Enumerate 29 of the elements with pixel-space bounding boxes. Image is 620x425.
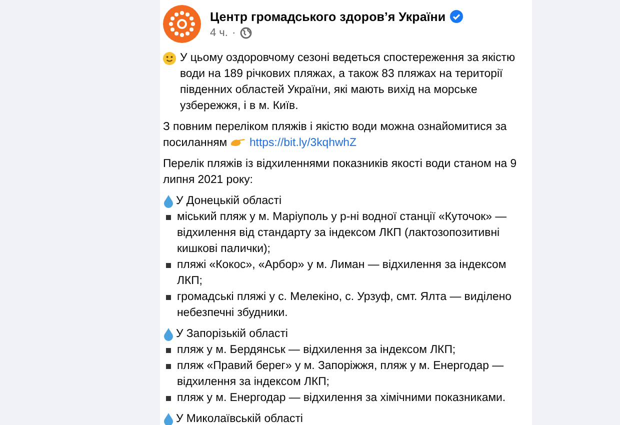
smiley-icon	[163, 52, 176, 65]
separator-dot: ·	[232, 26, 236, 38]
bullet-icon	[166, 396, 171, 401]
post-paragraph: З повним переліком пляжів і якістю води можна ознайомитися за посиланням https://bit.ly/3kqhwhZ	[163, 120, 508, 151]
region-heading: У Миколаївській області	[176, 412, 303, 425]
region-heading: У Донецькій області	[176, 194, 282, 209]
globe-icon	[240, 26, 252, 38]
post-paragraph: У цьому оздоровчому сезоні ведеться спостереження за якістю води на 189 річкових пляжах, а також 83 пляжах на території південних областей України, які мають вихід на морське узбережжя, і в м. Київ.	[180, 51, 516, 114]
list-item-text: пляж у м. Енергодар — відхилення за хімічними показниками.	[177, 391, 506, 406]
list-item-text: міський пляж у м. Маріуполь у р-ні водної станції «Куточок» — відхилення від стандарту за індексом ЛКП (лактозопозитивні кишкові палички);	[177, 210, 508, 257]
list-item-text: пляж у м. Бердянськ — відхилення за індексом ЛКП;	[177, 343, 456, 358]
post-paragraph: Перелік пляжів із відхиленнями показників якості води станом на 9 липня 2021 року:	[163, 157, 518, 188]
bullet-icon	[166, 295, 171, 300]
post-time[interactable]: 4 ч.	[210, 26, 228, 38]
droplet-icon	[163, 194, 174, 208]
avatar-logo[interactable]	[163, 5, 201, 43]
pointing-hand-icon	[230, 137, 246, 148]
bullet-icon	[166, 263, 171, 268]
region-heading: У Запорізькій області	[176, 327, 288, 342]
bullet-icon	[166, 348, 171, 353]
link[interactable]: https://bit.ly/3kqhwhZ	[249, 137, 356, 149]
bullet-icon	[166, 215, 171, 220]
list-item-text: громадські пляжі у с. Мелекіно, с. Урзуф, смт. Ялта — виділено небезпечні збудники.	[177, 290, 512, 321]
bullet-icon	[166, 364, 171, 369]
list-item-text: пляжі «Кокос», «Арбор» у м. Лиман — відхилення за індексом ЛКП;	[177, 258, 508, 289]
author-name[interactable]: Центр громадського здоров’я України	[210, 10, 446, 24]
droplet-icon	[163, 412, 174, 425]
list-item-text: пляж «Правий берег» у м. Запоріжжя, пляж у м. Енергодар — відхилення за індексом ЛКП;	[177, 359, 505, 390]
droplet-icon	[163, 327, 174, 341]
